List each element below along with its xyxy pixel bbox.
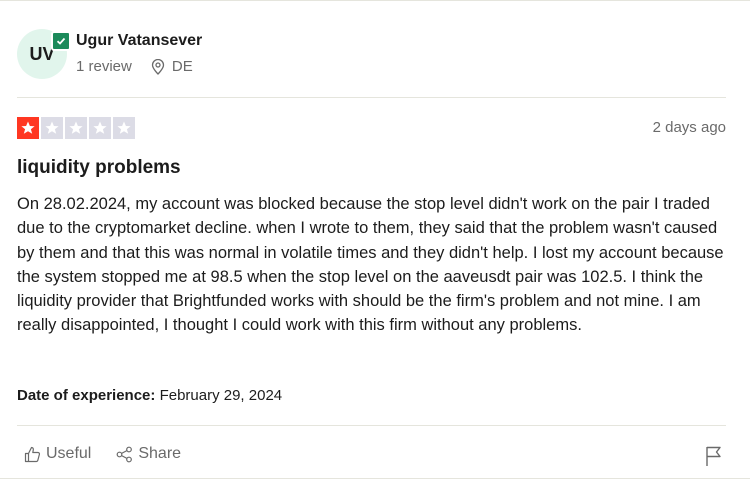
star-rating <box>17 117 135 139</box>
report-button[interactable] <box>704 445 724 467</box>
footer-divider <box>17 425 726 426</box>
useful-button[interactable]: Useful <box>24 445 91 463</box>
star-icon <box>113 117 135 139</box>
star-icon <box>65 117 87 139</box>
share-icon <box>116 446 133 462</box>
share-button[interactable]: Share <box>116 445 181 463</box>
share-label: Share <box>138 445 182 462</box>
reviewer-name[interactable]: Ugur Vatansever <box>76 32 202 50</box>
review-actions: Useful Share <box>24 445 206 463</box>
experience-label: Date of experience: <box>17 387 156 404</box>
location-pin-icon <box>151 58 165 75</box>
useful-label: Useful <box>46 445 92 462</box>
review-card: UV Ugur Vatansever 1 review DE 2 days ag… <box>0 0 750 479</box>
review-title[interactable]: liquidity problems <box>17 157 181 179</box>
star-icon <box>89 117 111 139</box>
flag-icon <box>706 446 721 466</box>
country-code: DE <box>171 58 193 75</box>
review-count: 1 review <box>76 58 132 75</box>
thumbs-up-icon <box>24 446 41 462</box>
review-date: 2 days ago <box>652 119 726 136</box>
date-of-experience: Date of experience: February 29, 2024 <box>17 387 282 404</box>
star-icon <box>41 117 63 139</box>
review-body: On 28.02.2024, my account was blocked be… <box>17 195 724 335</box>
reviewer-location: DE <box>151 58 193 75</box>
reviewer-meta: 1 review DE <box>76 58 193 75</box>
experience-date: February 29, 2024 <box>159 387 283 404</box>
star-icon <box>17 117 39 139</box>
verified-badge-icon <box>51 31 71 51</box>
header-divider <box>17 97 726 98</box>
